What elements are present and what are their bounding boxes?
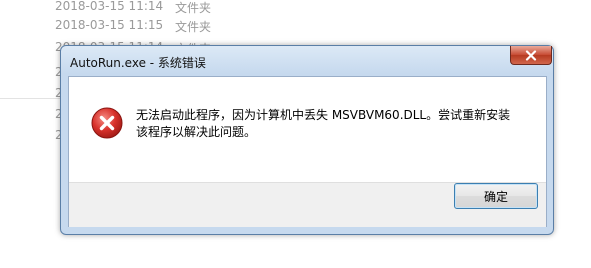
file-type: 文件夹 <box>175 20 212 34</box>
error-message: 无法启动此程序，因为计算机中丢失 MSVBVM60.DLL。尝试重新安装 该程序… <box>136 107 536 141</box>
file-type: 文件夹 <box>175 1 212 15</box>
dialog-body: 无法启动此程序，因为计算机中丢失 MSVBVM60.DLL。尝试重新安装 该程序… <box>68 76 547 227</box>
close-icon <box>525 49 537 61</box>
ok-button[interactable]: 确定 <box>454 183 538 209</box>
close-button[interactable] <box>510 46 552 65</box>
dialog-title: AutoRun.exe - 系统错误 <box>70 56 206 70</box>
message-line: 无法启动此程序，因为计算机中丢失 MSVBVM60.DLL。尝试重新安装 <box>136 108 511 122</box>
error-icon <box>91 107 123 139</box>
message-line: 该程序以解决此问题。 <box>136 125 257 139</box>
file-date: 2018-03-15 11:15 <box>55 18 164 32</box>
file-date: 2018-03-15 11:14 <box>55 0 164 13</box>
error-dialog: AutoRun.exe - 系统错误 无法启动此程序，因为计算机中丢失 MSVB… <box>60 45 554 235</box>
